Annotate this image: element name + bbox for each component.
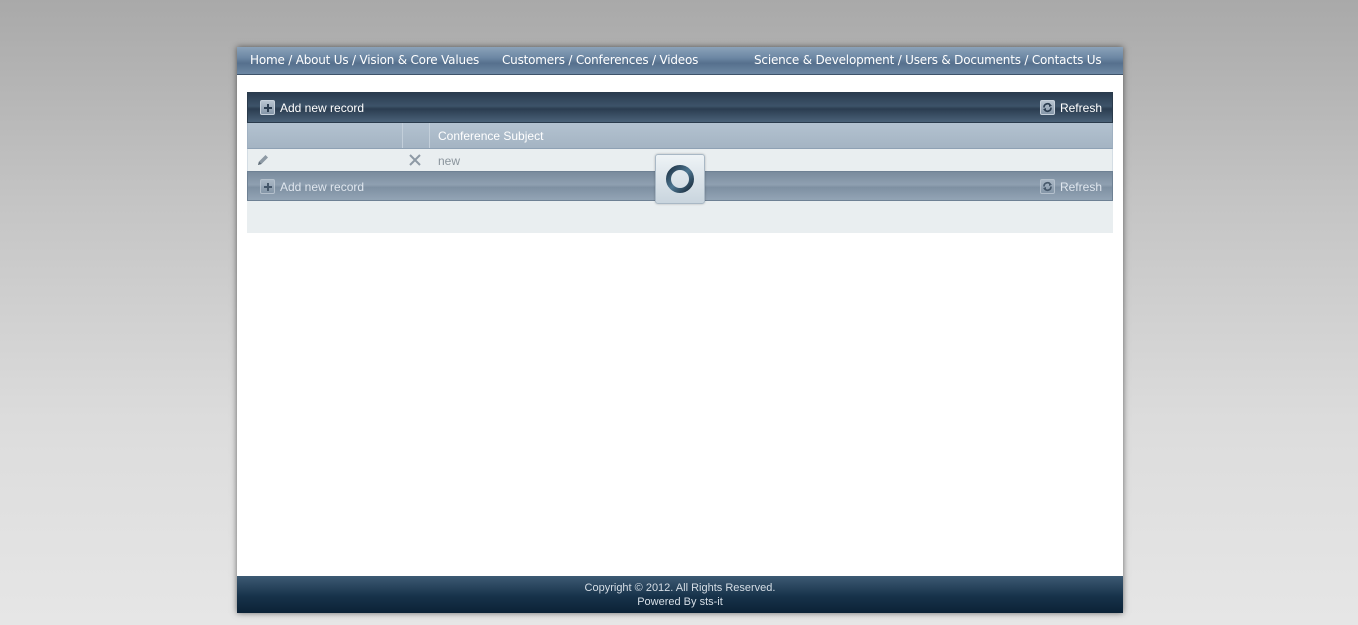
grid-header-row: Conference Subject — [247, 123, 1113, 149]
refresh-label-bottom: Refresh — [1059, 179, 1102, 194]
header-cell-delete — [403, 123, 430, 148]
refresh-icon — [1039, 179, 1055, 194]
powered-by-text: Powered By sts-it — [637, 596, 723, 608]
spinner-icon — [666, 165, 694, 193]
refresh-button-bottom[interactable]: Refresh — [1039, 178, 1102, 195]
refresh-button[interactable]: Refresh — [1039, 99, 1102, 116]
column-header-conference-subject[interactable]: Conference Subject — [438, 129, 543, 143]
nav-link-customers-conferences-videos[interactable]: Customers / Conferences / Videos — [502, 53, 698, 67]
pencil-icon[interactable] — [256, 153, 270, 167]
conference-subject-cell: new — [438, 154, 461, 168]
page-container: Home / About Us / Vision & Core Values C… — [237, 47, 1123, 613]
add-new-record-button[interactable]: Add new record — [260, 99, 364, 116]
grid-empty-area — [247, 201, 1113, 233]
add-new-record-label-bottom: Add new record — [280, 179, 365, 194]
header-cell-edit — [248, 123, 403, 148]
grid-top-toolbar: Add new record Refresh — [247, 92, 1113, 123]
refresh-icon — [1039, 100, 1055, 115]
refresh-label: Refresh — [1059, 100, 1102, 115]
add-new-record-button-bottom[interactable]: Add new record — [260, 178, 364, 195]
add-new-record-label: Add new record — [280, 100, 365, 115]
page-footer: Copyright © 2012. All Rights Reserved. P… — [237, 576, 1123, 613]
copyright-text: Copyright © 2012. All Rights Reserved. — [584, 582, 776, 594]
plus-icon — [260, 179, 275, 194]
nav-link-science-users-contacts[interactable]: Science & Development / Users & Document… — [754, 53, 1102, 67]
loading-panel — [655, 154, 705, 204]
top-navigation: Home / About Us / Vision & Core Values C… — [237, 47, 1123, 75]
nav-link-home-about-vision[interactable]: Home / About Us / Vision & Core Values — [250, 53, 479, 67]
close-icon[interactable] — [408, 153, 422, 167]
plus-icon — [260, 100, 275, 115]
